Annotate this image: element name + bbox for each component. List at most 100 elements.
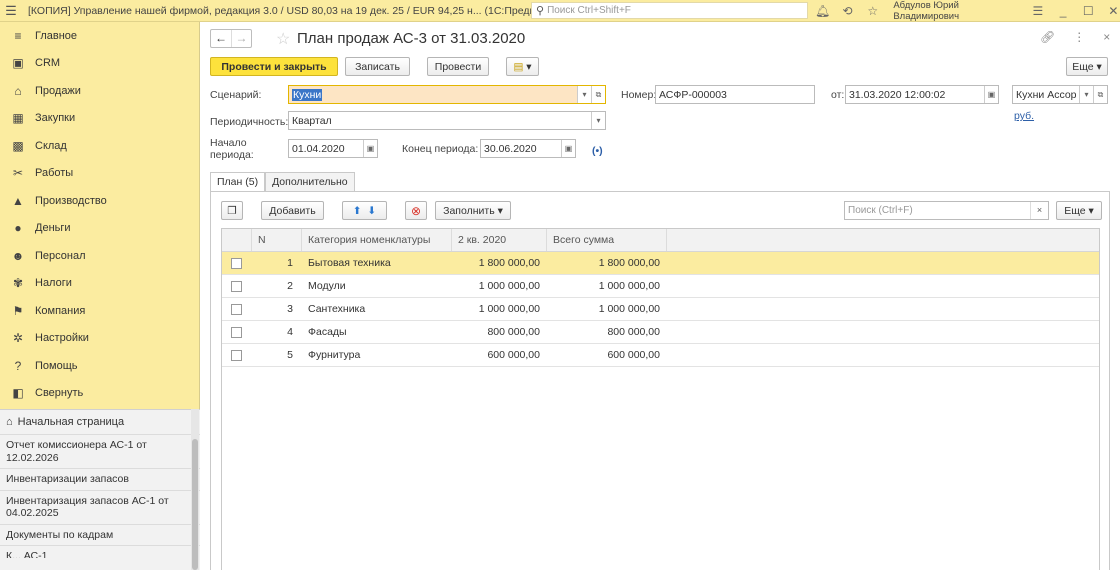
table-row[interactable]: 2 Модули 1 000 000,00 1 000 000,00 [222,275,1099,298]
period-link-icon[interactable]: (•) [592,145,603,157]
scrollbar-thumb[interactable] [192,439,198,570]
company-field[interactable]: Кухни Ассор ▾ ⧉ [1012,85,1108,104]
column-header-q2[interactable]: 2 кв. 2020 [452,229,547,251]
row-total-amount: 1 800 000,00 [598,257,660,269]
move-up-icon[interactable]: ⬆ [353,205,362,217]
column-header-total[interactable]: Всего сумма [547,229,667,251]
sidebar-item[interactable]: ? Помощь [0,352,199,380]
checkbox[interactable] [231,326,242,338]
period-end-field[interactable]: 30.06.2020 ▣ [480,139,576,158]
sidebar-item[interactable]: ▲ Производство [0,187,199,215]
sidebar-item[interactable]: ● Деньги [0,215,199,243]
close-form-icon[interactable]: × [1103,30,1110,44]
checkbox[interactable] [231,280,242,292]
history-item-label: Инвентаризации запасов [6,473,129,485]
sidebar-item[interactable]: ◧ Свернуть [0,380,199,408]
row-checkbox[interactable] [222,321,252,343]
table-more-button[interactable]: Еще ▾ [1056,201,1102,220]
calendar-icon[interactable]: ▣ [561,140,575,157]
calendar-icon[interactable]: ▣ [363,140,377,157]
main-menu-icon[interactable]: ☰ [0,3,22,19]
row-checkbox[interactable] [222,344,252,366]
move-down-icon[interactable]: ⬇ [367,205,376,217]
global-search-input[interactable]: ⚲ Поиск Ctrl+Shift+F [531,2,808,19]
date-field[interactable]: 31.03.2020 12:00:02 ▣ [845,85,999,104]
post-and-close-button[interactable]: Провести и закрыть [210,57,338,76]
history-item[interactable]: К... АС-1 [0,546,200,558]
sidebar-item[interactable]: ▩ Склад [0,132,199,160]
row-checkbox[interactable] [222,298,252,320]
link-icon[interactable]: 🔗︎ [1040,30,1055,44]
history-item[interactable]: Отчет комиссионера АС-1 от 12.02.2026 [0,435,200,469]
periodicity-field[interactable]: Квартал ▾ [288,111,606,130]
checkbox[interactable] [231,303,242,315]
sidebar-item[interactable]: ▦ Закупки [0,105,199,133]
history-item[interactable]: Инвентаризации запасов [0,469,200,491]
fill-menu-button[interactable]: Заполнить ▾ [435,201,511,220]
current-user[interactable]: Абдулов Юрий Владимирович [893,0,1019,22]
table-row[interactable]: 5 Фурнитура 600 000,00 600 000,00 [222,344,1099,367]
forward-arrow-icon[interactable]: → [231,30,251,47]
more-vertical-icon[interactable]: ⋮ [1073,30,1085,44]
table-search-input[interactable]: Поиск (Ctrl+F) × [844,201,1049,220]
history-item[interactable]: Документы по кадрам [0,525,200,546]
sidebar-item[interactable]: ▣ CRM [0,50,199,78]
sidebar-item[interactable]: ✂ Работы [0,160,199,188]
row-number: 5 [287,349,293,361]
currency-link[interactable]: руб. [1014,110,1034,122]
favorites-star-icon[interactable]: ☆ [866,4,879,18]
history-scrollbar[interactable] [191,409,199,570]
row-checkbox[interactable] [222,252,252,274]
company-value: Кухни Ассор [1016,88,1077,101]
sidebar-item[interactable]: ✲ Настройки [0,325,199,353]
open-icon[interactable]: ⧉ [591,86,605,103]
dropdown-arrow-icon[interactable]: ▾ [577,86,591,103]
sidebar-item[interactable]: ⌂ Продажи [0,77,199,105]
dropdown-arrow-icon[interactable]: ▾ [1079,86,1093,103]
save-button[interactable]: Записать [345,57,410,76]
minimize-icon[interactable]: _ [1057,4,1070,18]
settings-menu-icon[interactable]: ☰ [1031,4,1044,18]
more-button[interactable]: Еще ▾ [1066,57,1108,76]
back-arrow-icon[interactable]: ← [211,30,231,47]
open-icon[interactable]: ⧉ [1093,86,1107,103]
close-window-icon[interactable]: ✕ [1107,4,1120,18]
history-item-label: Начальная страница [17,415,125,428]
sidebar-item[interactable]: ⚑ Компания [0,297,199,325]
sidebar-item-label: Помощь [35,359,78,372]
post-button[interactable]: Провести [427,57,489,76]
tab-plan[interactable]: План (5) [210,172,266,192]
table-row[interactable]: 1 Бытовая техника 1 800 000,00 1 800 000,00 [222,252,1099,275]
bell-icon[interactable]: 🔔︎ [815,4,830,18]
column-header-n[interactable]: N [252,229,302,251]
history-item[interactable]: Инвентаризация запасов АС-1 от 04.02.202… [0,491,200,525]
history-item-home[interactable]: ⌂ Начальная страница [0,410,200,435]
sidebar-item[interactable]: ≡ Главное [0,22,199,50]
favorite-star-icon[interactable]: ☆ [276,29,290,49]
calendar-icon[interactable]: ▣ [984,86,998,103]
sidebar-item[interactable]: ☻ Персонал [0,242,199,270]
add-row-button[interactable]: Добавить [261,201,324,220]
table-row[interactable]: 4 Фасады 800 000,00 800 000,00 [222,321,1099,344]
checkbox[interactable] [231,349,242,361]
tab-additional[interactable]: Дополнительно [265,172,355,192]
history-icon[interactable]: ⟲ [841,4,854,18]
table-row[interactable]: 3 Сантехника 1 000 000,00 1 000 000,00 [222,298,1099,321]
scenario-field[interactable]: Кухни ▾ ⧉ [288,85,606,104]
maximize-icon[interactable]: ☐ [1082,4,1095,18]
period-end-value: 30.06.2020 [484,142,537,155]
sidebar-item[interactable]: ✾ Налоги [0,270,199,298]
sidebar-item-label: Деньги [35,222,71,235]
row-checkbox[interactable] [222,275,252,297]
checkbox[interactable] [231,257,242,269]
delete-row-button[interactable]: ⊗ [405,201,427,220]
copy-row-button[interactable]: ❐ [221,201,243,220]
people-icon: ☻ [11,248,25,263]
period-start-field[interactable]: 01.04.2020 ▣ [288,139,378,158]
column-header-category[interactable]: Категория номенклатуры [302,229,452,251]
print-menu-button[interactable]: ▤ ▾ [506,57,539,76]
clear-search-icon[interactable]: × [1030,202,1048,219]
dropdown-arrow-icon[interactable]: ▾ [591,112,605,129]
number-field[interactable]: АСФР-000003 [655,85,815,104]
plan-table: N Категория номенклатуры 2 кв. 2020 Всег… [221,228,1100,570]
